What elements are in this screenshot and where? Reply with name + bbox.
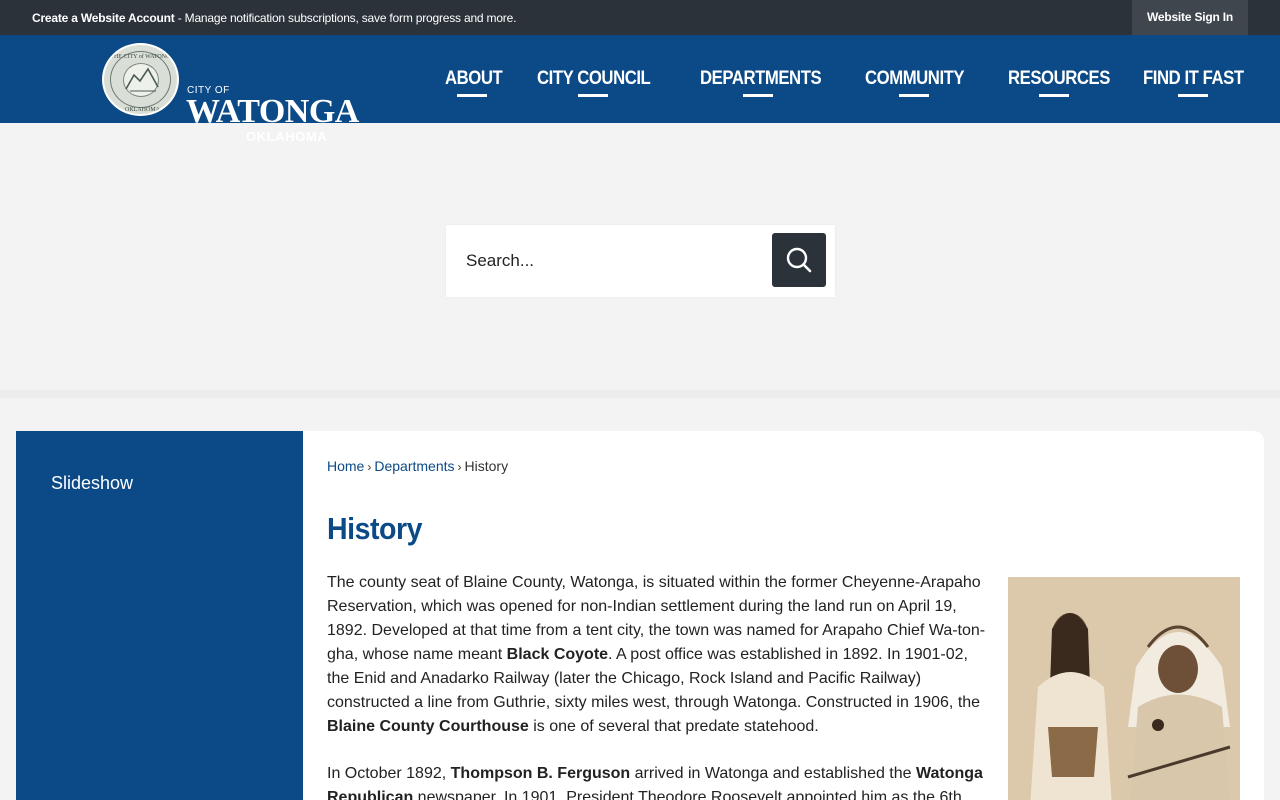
search-button[interactable]	[772, 233, 826, 287]
search-input[interactable]	[446, 225, 766, 297]
utility-bar: Create a Website Account - Manage notifi…	[0, 0, 1280, 35]
history-paragraph-1: The county seat of Blaine County, Watong…	[327, 571, 992, 739]
nav-community[interactable]: COMMUNITY	[865, 68, 965, 90]
nav-departments-underline	[743, 94, 773, 97]
section-divider	[0, 390, 1280, 398]
breadcrumb: Home › Departments › History	[327, 458, 508, 474]
nav-about[interactable]: ABOUT	[445, 68, 503, 90]
para1-text-3: is one of several that predate statehood…	[528, 718, 819, 735]
create-account-link[interactable]: Create a Website Account	[32, 11, 175, 25]
search-box	[446, 225, 835, 297]
account-banner-text: - Manage notification subscriptions, sav…	[174, 11, 517, 25]
page-title: History	[327, 511, 423, 546]
historical-photo	[1008, 577, 1240, 800]
sidebar-nav: Slideshow	[16, 431, 303, 800]
breadcrumb-separator: ›	[457, 460, 462, 474]
nav-departments[interactable]: DEPARTMENTS	[700, 68, 822, 90]
breadcrumb-home[interactable]: Home	[327, 458, 364, 474]
city-seal-logo[interactable]: THE CITY of WATONGA OKLAHOMA	[102, 43, 179, 116]
para2-text-1: In October 1892,	[327, 765, 451, 782]
sidebar-item-slideshow[interactable]: Slideshow	[51, 473, 133, 494]
para1-bold-courthouse: Blaine County Courthouse	[327, 718, 529, 735]
para2-text-2: arrived in Watonga and established the	[630, 765, 916, 782]
nav-about-underline	[457, 94, 487, 97]
svg-text:THE CITY of WATONGA: THE CITY of WATONGA	[110, 53, 175, 60]
breadcrumb-separator: ›	[367, 460, 372, 474]
nav-community-underline	[899, 94, 929, 97]
seal-emblem-icon: THE CITY of WATONGA OKLAHOMA	[110, 53, 175, 113]
breadcrumb-departments[interactable]: Departments	[374, 458, 454, 474]
nav-resources[interactable]: RESOURCES	[1008, 68, 1110, 90]
nav-resources-underline	[1039, 94, 1069, 97]
main-content: Home › Departments › History History The cou…	[303, 431, 1264, 800]
para2-text-3: newspaper. In 1901, President Theodore R…	[413, 789, 962, 800]
brand-name[interactable]: WATONGA	[186, 92, 359, 132]
para2-bold-ferguson: Thompson B. Ferguson	[450, 765, 631, 782]
website-sign-in-button[interactable]: Website Sign In	[1132, 0, 1248, 35]
nav-find-it-fast-underline	[1178, 94, 1208, 97]
nav-find-it-fast[interactable]: FIND IT FAST	[1143, 68, 1244, 90]
search-icon	[786, 247, 812, 273]
para1-bold-black-coyote: Black Coyote	[506, 646, 609, 663]
nav-city-council-underline	[578, 94, 608, 97]
breadcrumb-current: History	[464, 458, 509, 474]
chief-photo-image	[1008, 577, 1240, 800]
brand-state: OKLAHOMA	[246, 129, 328, 144]
svg-text:OKLAHOMA: OKLAHOMA	[125, 107, 161, 113]
history-paragraph-2: In October 1892, Thompson B. Ferguson ar…	[327, 762, 992, 800]
account-banner: Create a Website Account - Manage notifi…	[32, 11, 516, 25]
nav-city-council[interactable]: CITY COUNCIL	[537, 68, 651, 90]
